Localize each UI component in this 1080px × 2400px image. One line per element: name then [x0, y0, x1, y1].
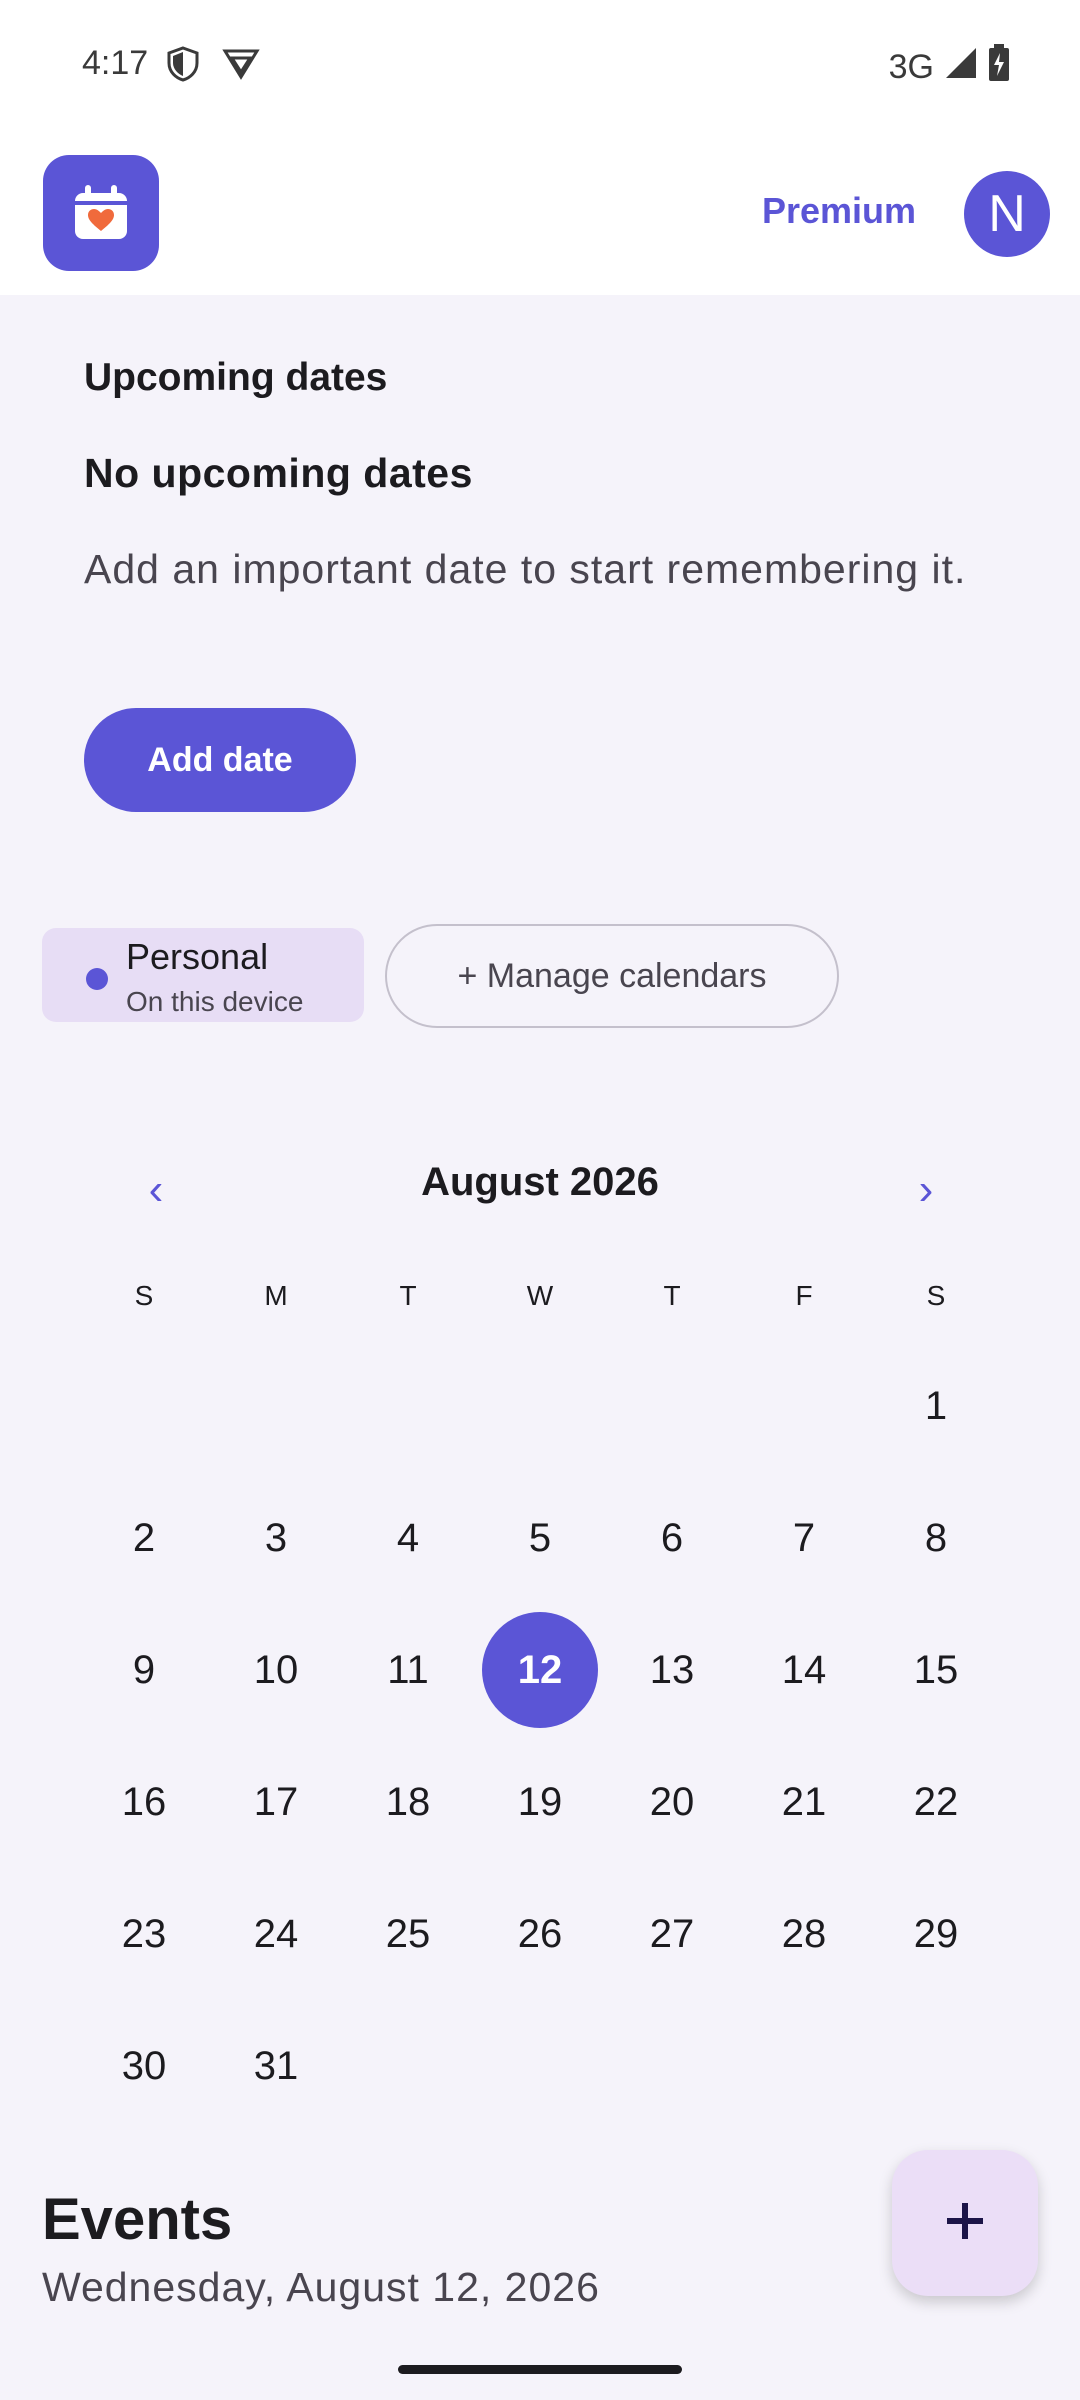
calendar-color-dot: [86, 968, 108, 990]
calendar-day[interactable]: 25: [350, 1876, 466, 1992]
status-bar: 4:17 3G: [0, 0, 1080, 130]
calendar-day[interactable]: 3: [218, 1480, 334, 1596]
weekday-label: S: [926, 1280, 946, 1311]
calendar-day[interactable]: 21: [746, 1744, 862, 1860]
chevron-left-icon[interactable]: ‹: [126, 1160, 186, 1220]
calendar-day[interactable]: 15: [878, 1612, 994, 1728]
calendar-day[interactable]: 5: [482, 1480, 598, 1596]
events-title: Events: [42, 2187, 233, 2252]
calendar-day[interactable]: 4: [350, 1480, 466, 1596]
calendar-day[interactable]: 26: [482, 1876, 598, 1992]
calendar-day[interactable]: 1: [878, 1348, 994, 1464]
calendar-chip-personal[interactable]: Personal On this device: [42, 928, 364, 1022]
calendar-day[interactable]: 6: [614, 1480, 730, 1596]
calendar-day[interactable]: 14: [746, 1612, 862, 1728]
status-indicators: 3G: [889, 44, 1010, 91]
calendar-day[interactable]: 24: [218, 1876, 334, 1992]
calendar-day[interactable]: 9: [86, 1612, 202, 1728]
calendar-day[interactable]: 28: [746, 1876, 862, 1992]
upcoming-title: Upcoming dates: [84, 356, 388, 399]
events-date: Wednesday, August 12, 2026: [42, 2264, 600, 2310]
signal-icon: [944, 46, 978, 89]
empty-state-description: Add an important date to start rememberi…: [84, 546, 967, 592]
calendar-day[interactable]: 23: [86, 1876, 202, 1992]
add-event-fab[interactable]: [892, 2150, 1038, 2296]
avatar[interactable]: N: [964, 171, 1050, 257]
weekday-label: S: [134, 1280, 154, 1311]
calendar-day[interactable]: 27: [614, 1876, 730, 1992]
weekday-label: F: [795, 1280, 813, 1311]
premium-link[interactable]: Premium: [762, 190, 916, 232]
calendar-day[interactable]: 20: [614, 1744, 730, 1860]
calendar-heart-icon[interactable]: [43, 155, 159, 271]
weekday-label: T: [399, 1280, 417, 1311]
calendar-day[interactable]: 8: [878, 1480, 994, 1596]
calendar-day[interactable]: 22: [878, 1744, 994, 1860]
calendar-day[interactable]: 30: [86, 2008, 202, 2124]
status-time: 4:17: [82, 44, 149, 82]
calendar-day[interactable]: 10: [218, 1612, 334, 1728]
calendar-day[interactable]: 18: [350, 1744, 466, 1860]
calendar-day[interactable]: 2: [86, 1480, 202, 1596]
calendar-chip-label: Personal: [126, 936, 269, 977]
app-bar: Premium N: [0, 130, 1080, 295]
calendar-day[interactable]: 13: [614, 1612, 730, 1728]
battery-icon: [988, 44, 1010, 91]
shield-icon: [166, 46, 200, 87]
calendar-day[interactable]: 11: [350, 1612, 466, 1728]
chevron-right-icon[interactable]: ›: [896, 1160, 956, 1220]
weekday-label: M: [264, 1280, 288, 1311]
calendar-day[interactable]: 29: [878, 1876, 994, 1992]
calendar-day[interactable]: 16: [86, 1744, 202, 1860]
manage-calendars-button[interactable]: + Manage calendars: [385, 924, 839, 1028]
weekday-label: W: [526, 1280, 554, 1311]
empty-state-title: No upcoming dates: [84, 450, 473, 496]
calendar-chip-sublabel: On this device: [126, 986, 304, 1017]
home-indicator[interactable]: [398, 2365, 682, 2374]
calendar-day-selected[interactable]: 12: [482, 1612, 598, 1728]
vpn-icon: [222, 46, 260, 85]
calendar-day[interactable]: 7: [746, 1480, 862, 1596]
calendar-day[interactable]: 19: [482, 1744, 598, 1860]
calendar-day[interactable]: 17: [218, 1744, 334, 1860]
add-date-button[interactable]: Add date: [84, 708, 356, 812]
plus-icon: [945, 2201, 985, 2246]
month-title: August 2026: [421, 1160, 659, 1204]
weekday-label: T: [663, 1280, 681, 1311]
calendar-day[interactable]: 31: [218, 2008, 334, 2124]
network-type: 3G: [888, 48, 934, 86]
